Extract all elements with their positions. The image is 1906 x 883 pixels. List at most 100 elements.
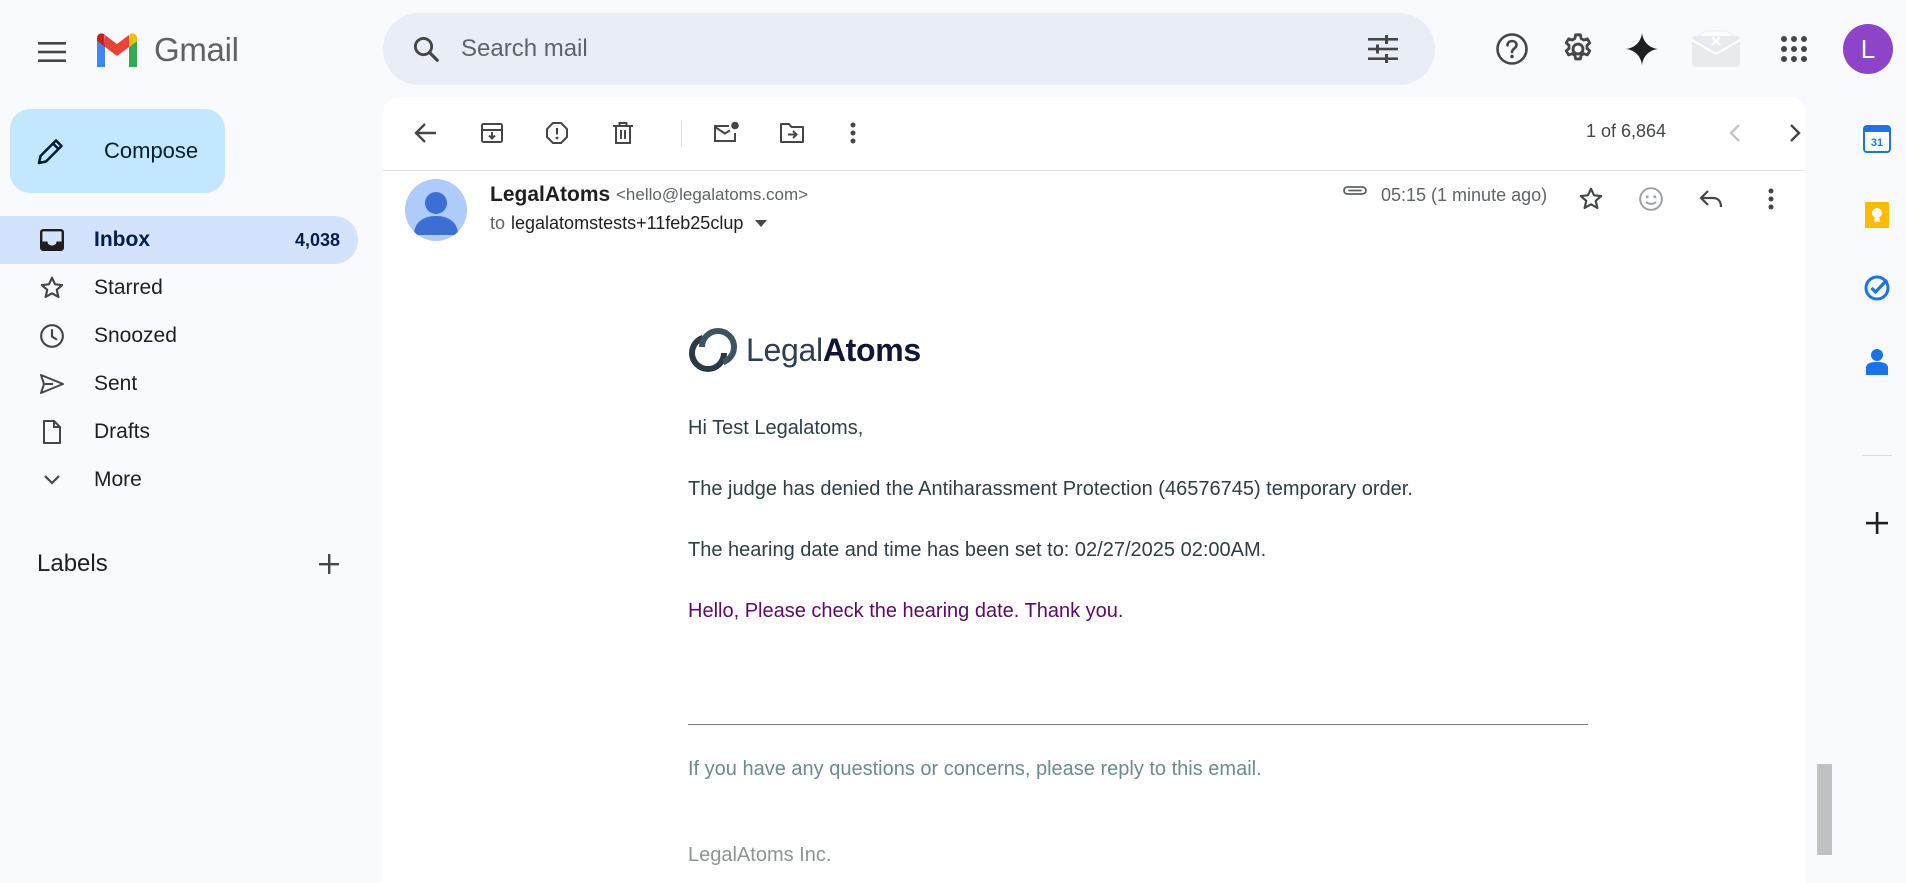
message-more-button[interactable] (1747, 175, 1795, 223)
sidebar-item-inbox[interactable]: Inbox 4,038 (0, 216, 358, 264)
greeting: Hi Test Legalatoms, (688, 417, 864, 439)
top-bar: Gmail Search mail L (0, 0, 1906, 97)
scrollbar-thumb[interactable] (1817, 764, 1832, 855)
newer-button[interactable] (1711, 109, 1759, 157)
search-options-button[interactable] (1353, 19, 1413, 79)
search-bar[interactable] (383, 13, 1435, 85)
move-folder-icon (780, 123, 804, 143)
brand-name-bold: Atoms (822, 331, 921, 368)
support-button[interactable] (1486, 23, 1538, 75)
plus-icon (319, 554, 339, 574)
message-line-1: The judge has denied the Antiharassment … (688, 478, 1413, 500)
sidebar-item-label: Snoozed (94, 324, 177, 347)
archive-button[interactable] (468, 109, 516, 157)
sender-avatar[interactable] (405, 179, 467, 241)
chevron-left-icon (1729, 124, 1740, 142)
side-panel-rail: 31 (1848, 97, 1906, 883)
tune-icon (1368, 35, 1398, 63)
recipient-address: legalatomstests+11feb25clup (511, 213, 744, 233)
app-name: Gmail (154, 31, 239, 68)
to-prefix: to (490, 213, 506, 233)
sidebar-item-label: Starred (94, 276, 163, 299)
account-banner-button[interactable] (1690, 23, 1742, 75)
add-reaction-button[interactable] (1627, 175, 1675, 223)
message-line-3: Hello, Please check the hearing date. Th… (688, 600, 1124, 622)
plus-icon (1866, 512, 1888, 534)
mark-unread-button[interactable] (702, 109, 750, 157)
message-view: 1 of 6,864 LegalAtoms <hello@legalatoms.… (383, 97, 1806, 883)
sender-email: <hello@legalatoms.com> (616, 185, 809, 204)
reply-icon (1699, 190, 1723, 208)
star-icon (1579, 187, 1603, 210)
sidebar-item-label: Inbox (94, 228, 150, 251)
pencil-icon (36, 136, 86, 166)
mark-unread-icon (714, 121, 739, 142)
attachment-icon (1341, 183, 1369, 204)
back-button[interactable] (402, 109, 450, 157)
more-actions-button[interactable] (829, 109, 877, 157)
brand-name: LegalAtoms (746, 332, 921, 369)
more-vert-icon (850, 122, 856, 144)
main-menu-button[interactable] (28, 28, 76, 76)
compose-button[interactable]: Compose (10, 109, 225, 193)
settings-button[interactable] (1552, 23, 1604, 75)
gear-icon (1564, 33, 1592, 61)
send-icon (37, 373, 67, 395)
brand-name-light: Legal (746, 331, 823, 368)
hamburger-icon (38, 42, 66, 62)
account-avatar[interactable]: L (1843, 24, 1893, 74)
search-button[interactable] (391, 13, 461, 85)
older-button[interactable] (1771, 109, 1806, 157)
company-name: LegalAtoms Inc. (688, 844, 832, 866)
unread-count: 4,038 (294, 229, 340, 250)
draft-icon (37, 419, 67, 445)
get-addons-button[interactable] (1856, 502, 1898, 544)
sender-name[interactable]: LegalAtoms (490, 183, 610, 207)
google-apps-button[interactable] (1768, 23, 1820, 75)
reply-button[interactable] (1687, 175, 1735, 223)
message-line-2: The hearing date and time has been set t… (688, 539, 1267, 561)
compose-label: Compose (104, 138, 199, 163)
calendar-button[interactable]: 31 (1856, 118, 1898, 160)
apps-grid-icon (1781, 36, 1807, 62)
report-spam-button[interactable] (533, 109, 581, 157)
search-input[interactable] (461, 13, 1353, 85)
inbox-icon (37, 229, 67, 251)
sidebar-item-starred[interactable]: Starred (0, 264, 358, 312)
recipient-line: to legalatomstests+11feb25clup (490, 213, 773, 234)
gemini-button[interactable] (1616, 23, 1668, 75)
clock-icon (37, 323, 67, 349)
legalatoms-logo-icon (689, 328, 737, 372)
gmail-m-icon (97, 33, 137, 67)
sidebar-item-snoozed[interactable]: Snoozed (0, 312, 358, 360)
chevron-down-icon (37, 474, 67, 486)
emoji-icon (1639, 187, 1663, 211)
move-to-button[interactable] (768, 109, 816, 157)
footer-divider (688, 724, 1588, 725)
message-time: 05:15 (1 minute ago) (1381, 185, 1548, 205)
delete-button[interactable] (599, 109, 647, 157)
sidebar-item-label: More (94, 468, 142, 491)
sidebar-item-more[interactable]: More (0, 456, 358, 504)
sparkle-icon (1626, 33, 1658, 65)
search-icon (413, 36, 439, 62)
create-label-button[interactable] (311, 546, 347, 582)
calendar-day: 31 (1871, 137, 1883, 149)
keep-button[interactable] (1856, 194, 1898, 236)
show-details-button[interactable] (749, 214, 773, 234)
contacts-button[interactable] (1856, 341, 1898, 383)
tasks-button[interactable] (1856, 267, 1898, 309)
keep-icon (1865, 202, 1889, 228)
envelope-icon (1691, 30, 1741, 67)
star-button[interactable] (1567, 175, 1615, 223)
star-icon (37, 275, 67, 301)
sidebar-item-drafts[interactable]: Drafts (0, 408, 358, 456)
sidebar-item-sent[interactable]: Sent (0, 360, 358, 408)
sidebar-nav: Inbox 4,038 Starred Snoozed Sent Drafts … (0, 216, 360, 504)
brand-logo: LegalAtoms (688, 325, 921, 375)
person-icon (414, 192, 458, 235)
dropdown-arrow-icon (755, 220, 768, 227)
gmail-logo[interactable]: Gmail (94, 28, 239, 72)
pager-text: 1 of 6,864 (1586, 121, 1667, 141)
contacts-icon (1866, 349, 1888, 375)
